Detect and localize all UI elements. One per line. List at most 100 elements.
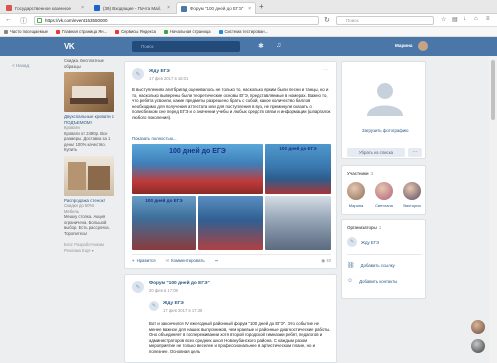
chat-bubble-avatar[interactable] [471,339,485,353]
upload-photo-link[interactable]: Загрузить фотографию [362,128,408,133]
back-link[interactable]: < Назад [12,63,29,68]
tab-favicon-icon [6,5,12,11]
bell-icon[interactable]: ✱ [258,42,264,50]
bookmark-item[interactable]: Система тестирован... [218,29,268,34]
page-scrollbar[interactable] [489,56,497,363]
ad-image[interactable] [64,155,114,196]
post-photo[interactable] [265,196,331,250]
more-options-icon[interactable]: ··· [323,67,328,73]
vk-search-input[interactable]: Поиск [132,41,240,52]
like-button[interactable]: ♥ Нравится [132,258,156,263]
vk-header: VK Поиск ✱ ♫ Марина [0,37,497,56]
like-label: Нравится [136,258,156,263]
avatar[interactable] [418,41,428,51]
group-avatar[interactable]: ✎ [132,68,144,80]
ad-title[interactable]: Двухспальные кровати с ПОДЪЕМОМ! [64,114,116,125]
post-photo[interactable]: 100 дней до ЕГЭ [132,144,263,194]
menu-icon[interactable]: ≡ [486,16,490,22]
browser-tab-mail[interactable]: (39) Входящие - Почта Mail. × [90,2,174,14]
member-item[interactable]: Марина [345,182,367,208]
bookmark-label: Сервисы Яндекса [121,29,156,34]
chat-bubble-avatar[interactable] [471,320,485,334]
user-name[interactable]: Марина [395,43,412,48]
comment-button[interactable]: ✉ Комментировать [166,258,205,264]
add-link-button[interactable]: ⛓ Добавить ссылку [347,262,395,269]
member-name: Марина [348,203,364,208]
comment-icon: ✉ [165,257,170,263]
post-author[interactable]: Жду ЕГЭ [163,301,184,306]
members-header[interactable]: Участники 3 [347,171,373,176]
add-contacts-button[interactable]: ☺ Добавить контакты [347,278,397,284]
scrollbar-thumb[interactable] [491,60,495,120]
browser-tab-gov[interactable]: Государственное казенное × [2,2,88,14]
reload-icon[interactable]: ↻ [324,16,330,24]
tab-label: (39) Входящие - Почта Mail. [103,5,161,11]
home-icon[interactable]: ⌂ [474,16,478,22]
forum-name[interactable]: Форум "100 дней до ЕГЭ" [149,281,210,286]
bookmark-icon [218,29,223,34]
post-photo[interactable]: 100 дней до ЕГЭ [132,196,196,250]
post-date[interactable]: 17 фев 2017 в 16:01 [149,76,188,81]
ad-extra: Мешку стопка. Акция ограничена. Большой … [64,214,110,236]
music-icon[interactable]: ♫ [276,42,281,49]
ad-text[interactable]: Скидка. Бесплатные образцы [64,58,116,69]
banner-text: 100 дней до ЕГЭ [279,146,317,151]
star-icon[interactable]: ☆ [441,16,446,23]
tab-label: Форум "100 дней до ЕГЭ" [190,6,244,11]
wall-post: ✎ Форум "100 дней до ЕГЭ" 20 фев в 17:09… [124,274,337,363]
info-icon[interactable]: ⓘ [20,16,27,26]
post-photo[interactable]: 100 дней до ЕГЭ [265,144,331,194]
back-arrow-icon[interactable]: ← [5,16,12,23]
bookmarks-bar: Часто посещаемые Главная страница Ян... … [0,27,497,37]
comment-label: Комментировать [171,257,205,263]
wall-post: ✎ Жду ЕГЭ 17 фев 2017 в 16:01 ··· В выст… [124,61,337,269]
avatar [347,182,365,200]
share-icon[interactable]: ➦ [215,258,219,264]
forum-date[interactable]: 20 фев в 17:09 [149,288,178,293]
post-photo[interactable] [198,196,263,250]
organizer-item[interactable]: ✎ Жду ЕГЭ [347,237,379,247]
organizers-header[interactable]: Организаторы 1 [347,225,381,230]
views-count: 40 [326,257,331,263]
close-tab-icon[interactable]: × [81,5,84,11]
more-actions-button[interactable]: ··· [408,148,422,157]
banner-text: 100 дней до ЕГЭ [145,198,183,203]
browser-search-field[interactable]: Поиск [336,16,434,25]
bookmark-item[interactable]: Главная страница Ян... [55,29,107,34]
members-block: Участники 3 Марина Светлана Виктория [341,165,426,215]
group-avatar: ✎ [347,237,357,247]
bookmarks-icon[interactable]: ▤ [452,16,458,23]
search-placeholder: Поиск [346,18,359,23]
footer-links[interactable]: Блог Разработчикам Реклама Ещё ▾ [64,242,116,254]
close-tab-icon[interactable]: × [248,6,251,12]
bookmark-item[interactable]: Начальная страница [164,29,211,34]
browser-tab-forum[interactable]: Форум "100 дней до ЕГЭ" × [176,2,256,14]
address-bar[interactable]: https://vk.com/event153550000 [34,16,319,25]
tab-favicon-icon [94,5,100,11]
close-tab-icon[interactable]: × [167,5,170,11]
forum-avatar[interactable]: ✎ [132,281,144,293]
post-text: В выступлениях агитбригад оценивалось не… [132,87,331,120]
member-item[interactable]: Виктория [401,182,423,208]
bookmark-item[interactable]: Часто посещаемые [4,29,48,34]
member-item[interactable]: Светлана [373,182,395,208]
add-link-label: Добавить ссылку [360,263,395,268]
event-photo-card: Загрузить фотографию Убрать из списка ··… [341,61,426,159]
ad-image[interactable] [64,72,114,112]
bookmark-icon [4,29,8,34]
remove-from-list-button[interactable]: Убрать из списка [347,148,405,157]
group-avatar[interactable]: ✎ [149,301,159,311]
show-more-link[interactable]: Показать полностью... [132,136,177,141]
bookmark-item[interactable]: Сервисы Яндекса [115,29,156,34]
post-photo-grid: 100 дней до ЕГЭ 100 дней до ЕГЭ 100 дней… [132,144,331,250]
post-author[interactable]: Жду ЕГЭ [149,69,170,74]
post-date[interactable]: 17 фев 2017 в 17:38 [163,308,202,313]
new-tab-icon[interactable]: + [259,2,264,11]
tab-favicon-icon [181,5,187,12]
download-icon[interactable]: ↓ [463,16,466,22]
browser-tab-bar: Государственное казенное × (39) Входящие… [0,0,497,14]
bookmark-icon [164,29,168,34]
post-actions: ♥ Нравится ✉ Комментировать ➦ ◉ 40 [132,254,331,266]
avatar [375,182,393,200]
vk-logo[interactable]: VK [64,42,75,51]
